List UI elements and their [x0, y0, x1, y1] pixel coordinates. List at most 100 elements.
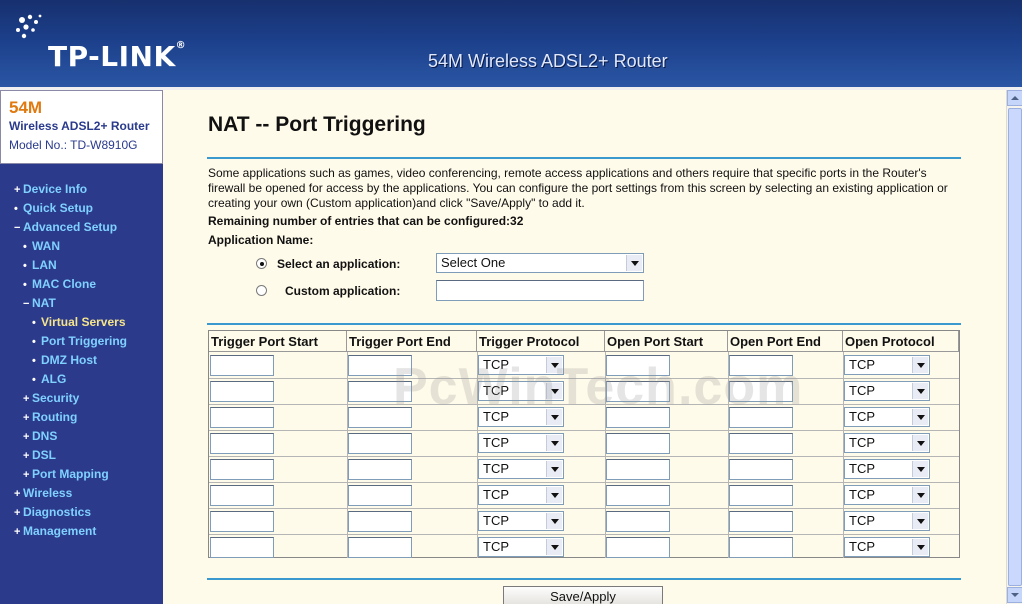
open-protocol-select[interactable]: TCP — [844, 407, 930, 427]
vertical-scrollbar[interactable] — [1006, 90, 1022, 604]
chevron-down-icon — [546, 513, 562, 529]
trigger-port-start-input[interactable] — [210, 485, 274, 506]
trigger-protocol-select[interactable]: TCP — [478, 355, 564, 375]
scroll-thumb[interactable] — [1008, 108, 1022, 586]
open-port-end-input[interactable] — [729, 511, 793, 532]
sidebar-item-routing[interactable]: + Routing — [0, 408, 163, 427]
open-port-start-input[interactable] — [606, 433, 670, 454]
trigger-port-start-input[interactable] — [210, 537, 274, 558]
sidebar-item-virtual-servers[interactable]: • Virtual Servers — [0, 313, 163, 332]
sidebar-item-alg[interactable]: • ALG — [0, 370, 163, 389]
trigger-port-end-input[interactable] — [348, 355, 412, 376]
sidebar-item-label: DNS — [32, 429, 58, 443]
open-port-end-input[interactable] — [729, 407, 793, 428]
sidebar-item-lan[interactable]: • LAN — [0, 256, 163, 275]
custom-application-label: Custom application: — [285, 284, 401, 298]
sidebar-item-label: Quick Setup — [23, 201, 94, 215]
trigger-protocol-select[interactable]: TCP — [478, 407, 564, 427]
trigger-port-end-input[interactable] — [348, 407, 412, 428]
chevron-down-icon — [546, 487, 562, 503]
scroll-up-icon[interactable] — [1007, 90, 1022, 106]
sidebar-item-label: Virtual Servers — [41, 315, 126, 329]
menu-marker-icon: + — [23, 450, 30, 462]
table-row — [209, 534, 959, 535]
open-port-start-input[interactable] — [606, 537, 670, 558]
chevron-down-icon — [546, 409, 562, 425]
trigger-protocol-select[interactable]: TCP — [478, 511, 564, 531]
open-protocol-select[interactable]: TCP — [844, 511, 930, 531]
trigger-protocol-select[interactable]: TCP — [478, 433, 564, 453]
chevron-down-icon — [912, 539, 928, 555]
open-port-start-input[interactable] — [606, 407, 670, 428]
sidebar-item-nat[interactable]: − NAT — [0, 294, 163, 313]
trigger-port-end-input[interactable] — [348, 459, 412, 480]
open-port-start-input[interactable] — [606, 459, 670, 480]
application-select[interactable]: Select One — [436, 253, 644, 273]
trigger-port-start-input[interactable] — [210, 381, 274, 402]
chevron-down-icon — [626, 255, 642, 271]
open-port-end-input[interactable] — [729, 381, 793, 402]
sidebar-item-wireless[interactable]: + Wireless — [0, 484, 163, 503]
trigger-port-start-input[interactable] — [210, 433, 274, 454]
open-protocol-select[interactable]: TCP — [844, 459, 930, 479]
open-protocol-select[interactable]: TCP — [844, 433, 930, 453]
scroll-down-icon[interactable] — [1007, 587, 1022, 603]
open-port-start-input[interactable] — [606, 355, 670, 376]
open-protocol-select[interactable]: TCP — [844, 485, 930, 505]
protocol-value: TCP — [849, 513, 875, 528]
sidebar-item-dsl[interactable]: + DSL — [0, 446, 163, 465]
sidebar-item-port-triggering[interactable]: • Port Triggering — [0, 332, 163, 351]
protocol-value: TCP — [849, 487, 875, 502]
sidebar-item-mac-clone[interactable]: • MAC Clone — [0, 275, 163, 294]
custom-application-input[interactable] — [436, 280, 644, 301]
menu-marker-icon: + — [14, 184, 21, 196]
sidebar-item-device-info[interactable]: + Device Info — [0, 180, 163, 199]
header-trigger-port-start: Trigger Port Start — [209, 331, 347, 352]
sidebar-item-management[interactable]: + Management — [0, 522, 163, 541]
trigger-port-end-input[interactable] — [348, 381, 412, 402]
trigger-port-start-input[interactable] — [210, 511, 274, 532]
trigger-port-end-input[interactable] — [348, 485, 412, 506]
sidebar-item-quick-setup[interactable]: • Quick Setup — [0, 199, 163, 218]
trigger-protocol-select[interactable]: TCP — [478, 537, 564, 557]
sidebar-item-advanced-setup[interactable]: − Advanced Setup — [0, 218, 163, 237]
menu-marker-icon: − — [23, 298, 30, 310]
menu-marker-icon: + — [23, 393, 30, 405]
select-application-label: Select an application: — [277, 257, 401, 271]
open-port-start-input[interactable] — [606, 511, 670, 532]
open-port-start-input[interactable] — [606, 485, 670, 506]
trigger-port-end-input[interactable] — [348, 433, 412, 454]
sidebar-item-security[interactable]: + Security — [0, 389, 163, 408]
trigger-port-start-input[interactable] — [210, 407, 274, 428]
sidebar-item-dns[interactable]: + DNS — [0, 427, 163, 446]
open-port-end-input[interactable] — [729, 537, 793, 558]
custom-application-radio[interactable] — [256, 285, 267, 296]
sidebar-item-label: WAN — [32, 239, 60, 253]
trigger-protocol-select[interactable]: TCP — [478, 485, 564, 505]
trigger-port-end-input[interactable] — [348, 537, 412, 558]
sidebar-item-label: Security — [32, 391, 80, 405]
open-port-end-input[interactable] — [729, 355, 793, 376]
open-port-end-input[interactable] — [729, 459, 793, 480]
trigger-port-end-input[interactable] — [348, 511, 412, 532]
save-apply-button[interactable]: Save/Apply — [503, 586, 663, 604]
open-protocol-select[interactable]: TCP — [844, 537, 930, 557]
open-protocol-select[interactable]: TCP — [844, 355, 930, 375]
open-port-end-input[interactable] — [729, 433, 793, 454]
sidebar-item-wan[interactable]: • WAN — [0, 237, 163, 256]
sidebar-item-dmz-host[interactable]: • DMZ Host — [0, 351, 163, 370]
menu-marker-icon: • — [23, 279, 27, 291]
open-protocol-select[interactable]: TCP — [844, 381, 930, 401]
open-port-end-input[interactable] — [729, 485, 793, 506]
protocol-value: TCP — [849, 383, 875, 398]
sidebar-item-port-mapping[interactable]: + Port Mapping — [0, 465, 163, 484]
sidebar-item-label: Port Mapping — [32, 467, 109, 481]
sidebar-item-diagnostics[interactable]: + Diagnostics — [0, 503, 163, 522]
open-port-start-input[interactable] — [606, 381, 670, 402]
trigger-port-start-input[interactable] — [210, 355, 274, 376]
trigger-port-start-input[interactable] — [210, 459, 274, 480]
select-application-radio[interactable] — [256, 258, 267, 269]
sidebar-item-label: Advanced Setup — [23, 220, 118, 234]
trigger-protocol-select[interactable]: TCP — [478, 459, 564, 479]
trigger-protocol-select[interactable]: TCP — [478, 381, 564, 401]
